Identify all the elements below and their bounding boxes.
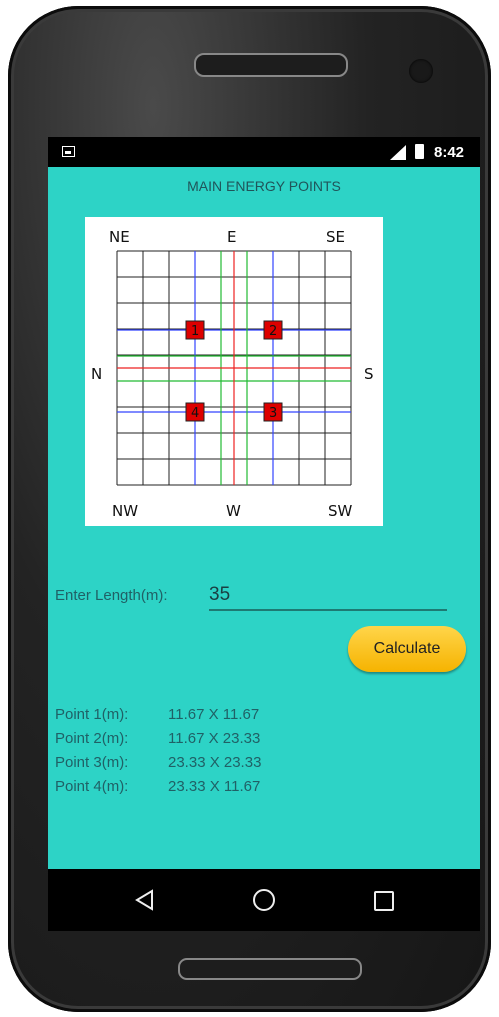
recent-apps-icon[interactable] (374, 891, 394, 911)
label-s: S (364, 365, 374, 383)
length-label: Enter Length(m): (55, 587, 168, 604)
status-bar: 8:42 (48, 137, 480, 167)
energy-grid-diagram: NE E SE N S NW W SW 1 2 3 4 (85, 217, 383, 526)
result-row: Point 1(m): 11.67 X 11.67 (55, 703, 261, 727)
results-list: Point 1(m): 11.67 X 11.67 Point 2(m): 11.6… (55, 703, 261, 799)
length-input[interactable] (209, 581, 447, 611)
result-row: Point 3(m): 23.33 X 23.33 (55, 751, 261, 775)
label-w: W (226, 502, 241, 520)
grid-svg: NE E SE N S NW W SW 1 2 3 4 (91, 228, 374, 520)
point-2-label: 2 (269, 324, 277, 339)
phone-frame: 8:42 MAIN ENERGY POINTS NE E SE N S NW W… (8, 6, 491, 1012)
grid-lines (116, 250, 352, 486)
label-se: SE (326, 228, 345, 246)
app-screen: 8:42 MAIN ENERGY POINTS NE E SE N S NW W… (48, 137, 480, 931)
label-e: E (227, 228, 236, 246)
home-icon[interactable] (253, 889, 275, 911)
notification-image-icon (62, 146, 75, 157)
result-label: Point 4(m): (55, 778, 129, 795)
front-camera (409, 59, 433, 83)
result-value: 11.67 X 23.33 (168, 730, 261, 747)
result-value: 23.33 X 11.67 (168, 778, 261, 795)
signal-icon (390, 145, 406, 160)
result-value: 11.67 X 11.67 (168, 706, 260, 723)
label-n: N (91, 365, 102, 383)
label-nw: NW (112, 502, 138, 520)
result-label: Point 3(m): (55, 754, 129, 771)
navigation-bar (48, 869, 480, 931)
result-label: Point 2(m): (55, 730, 129, 747)
calculate-button[interactable]: Calculate (348, 626, 466, 672)
result-row: Point 2(m): 11.67 X 23.33 (55, 727, 261, 751)
point-1-label: 1 (191, 324, 199, 339)
result-row: Point 4(m): 23.33 X 11.67 (55, 775, 261, 799)
label-sw: SW (328, 502, 353, 520)
bottom-speaker (178, 958, 362, 980)
battery-icon (415, 144, 424, 159)
result-label: Point 1(m): (55, 706, 129, 723)
result-value: 23.33 X 23.33 (168, 754, 262, 771)
back-icon[interactable] (135, 889, 155, 916)
earpiece-speaker (194, 53, 348, 77)
status-time: 8:42 (434, 144, 465, 161)
point-3-label: 3 (269, 406, 277, 421)
point-4-label: 4 (191, 406, 199, 421)
page-title: MAIN ENERGY POINTS (187, 178, 341, 194)
label-ne: NE (109, 228, 130, 246)
